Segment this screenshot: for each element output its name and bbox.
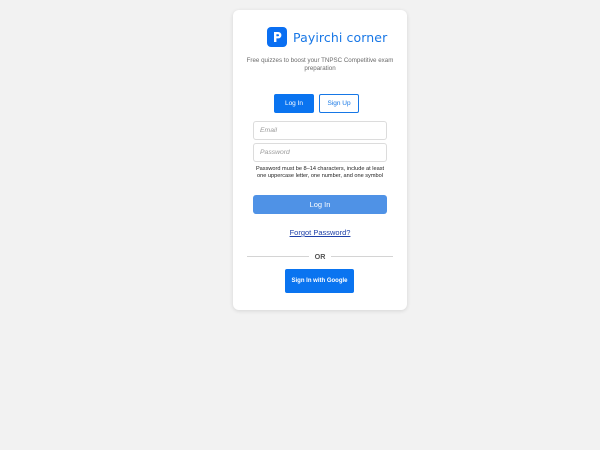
login-card: Payirchi corner Free quizzes to boost yo… <box>233 10 407 310</box>
divider-line-right <box>331 256 393 257</box>
auth-tabs: Log In Sign Up <box>274 94 359 113</box>
tagline: Free quizzes to boost your TNPSC Competi… <box>246 57 394 72</box>
password-hint: Password must be 8–14 characters, includ… <box>255 166 385 179</box>
brand-name: Payirchi corner <box>293 29 388 45</box>
forgot-password-link[interactable]: Forgot Password? <box>233 228 407 237</box>
google-sign-in-button[interactable]: Sign In with Google <box>285 269 354 293</box>
brand: Payirchi corner <box>267 27 387 47</box>
logo-p-glyph <box>274 32 282 42</box>
tab-log-in[interactable]: Log In <box>274 94 314 113</box>
or-divider: OR <box>247 251 393 262</box>
password-field[interactable] <box>253 143 387 162</box>
email-field[interactable] <box>253 121 387 140</box>
app-logo-icon <box>267 27 287 47</box>
divider-label: OR <box>314 252 326 261</box>
divider-line-left <box>247 256 309 257</box>
log-in-button[interactable]: Log In <box>253 195 387 214</box>
tab-sign-up[interactable]: Sign Up <box>319 94 359 113</box>
